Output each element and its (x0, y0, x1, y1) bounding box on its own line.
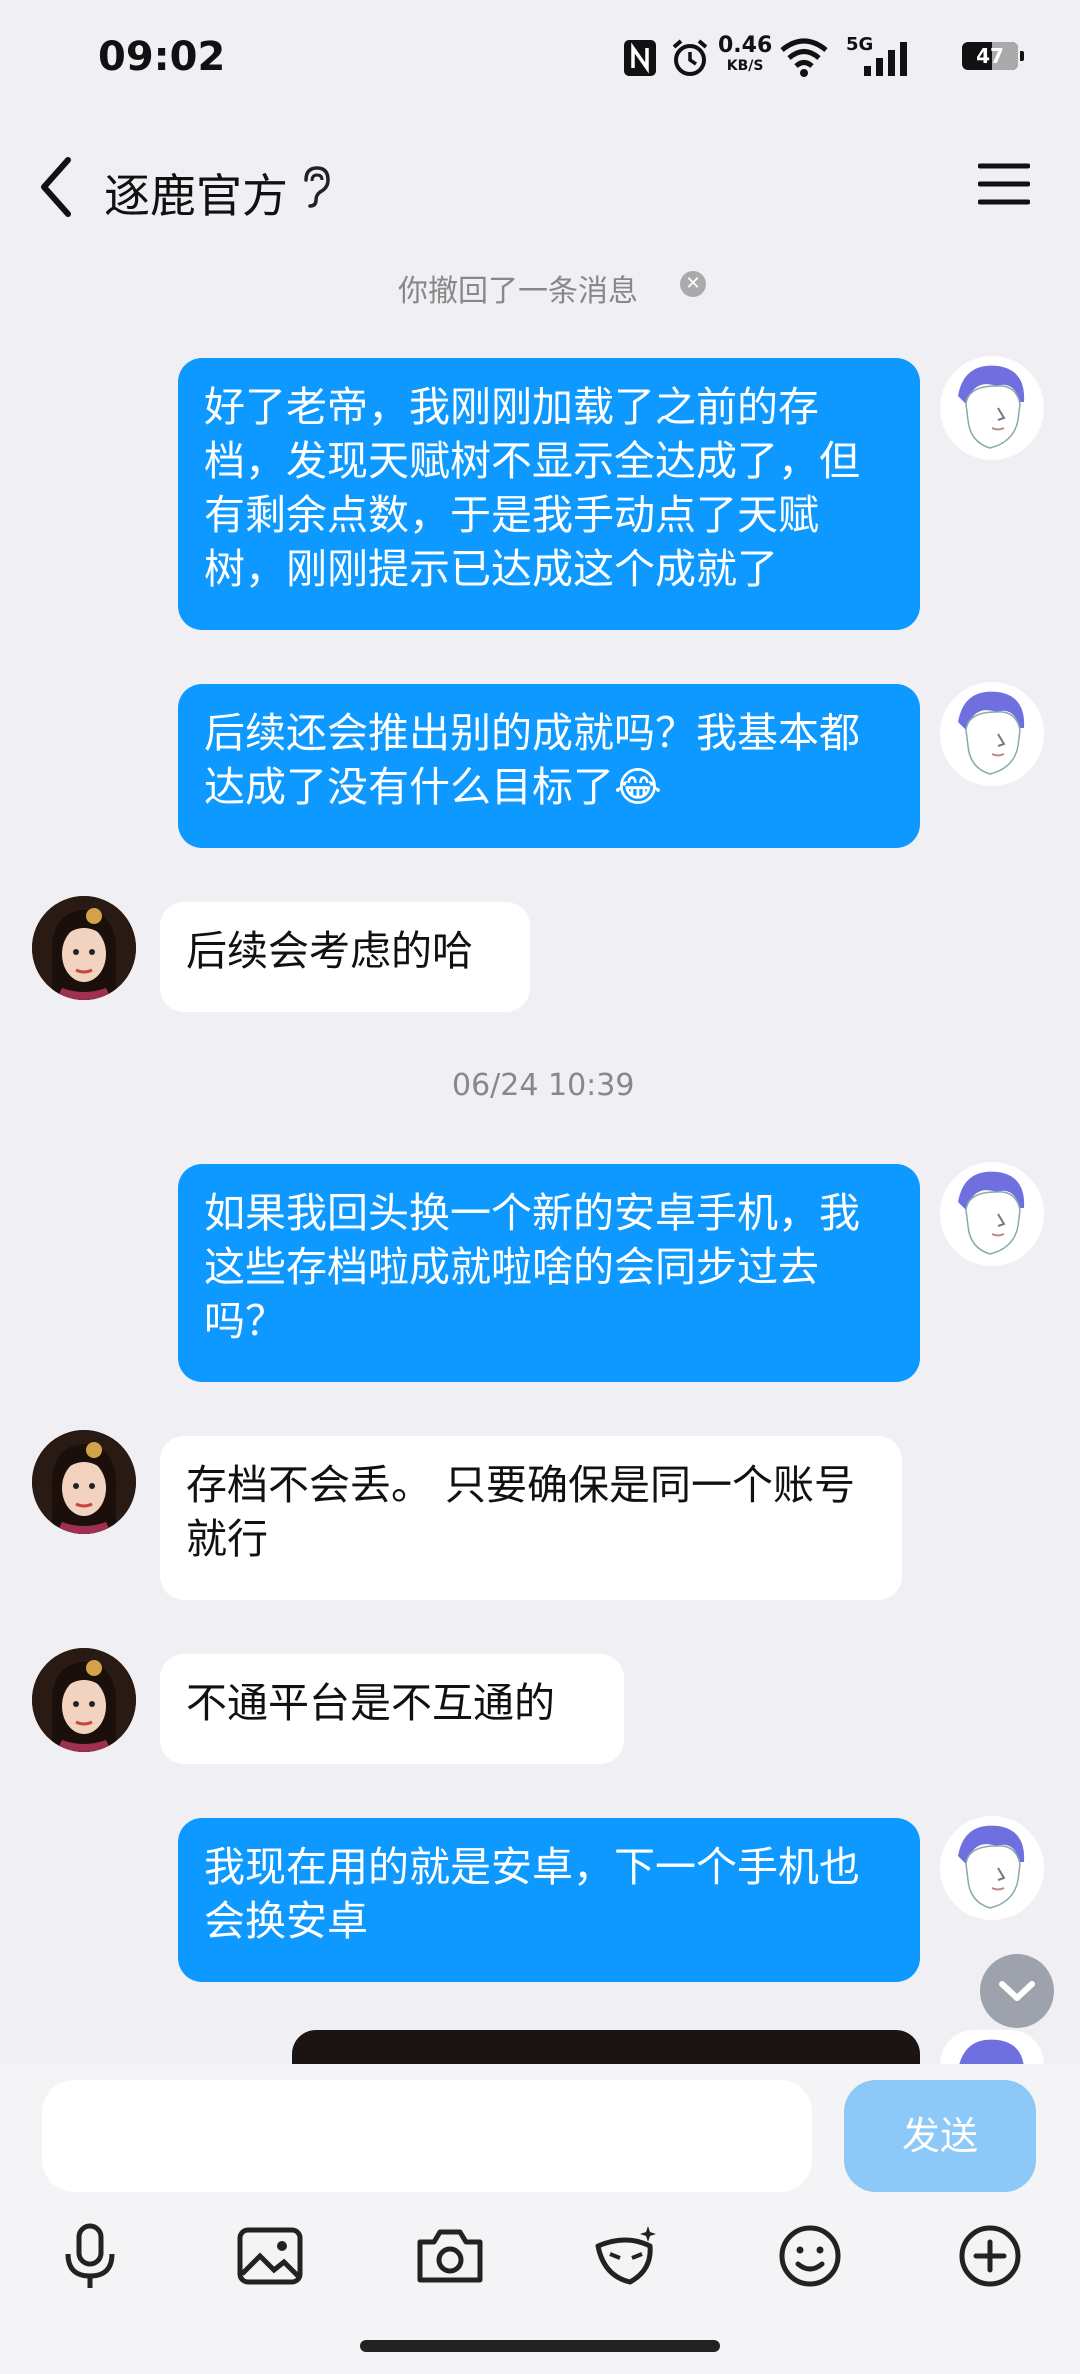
battery-level: 47 (976, 44, 1004, 68)
chevron-down-icon (999, 1981, 1035, 2001)
signal-icon (864, 42, 907, 76)
image-icon[interactable] (234, 2220, 306, 2292)
net-speed: 0.46 KB/S (718, 33, 773, 76)
avatar[interactable] (32, 1430, 136, 1534)
avatar[interactable] (940, 356, 1044, 460)
message-bubble-out[interactable]: 我现在用的就是安卓，下一个手机也会换安卓 (178, 1818, 920, 1982)
camera-icon[interactable] (414, 2220, 486, 2292)
message-bubble-out[interactable]: 后续还会推出别的成就吗？我基本都达成了没有什么目标了😂 (178, 684, 920, 848)
message-bubble-in[interactable]: 不通平台是不互通的 (160, 1654, 624, 1764)
nfc-icon (624, 40, 656, 76)
status-time: 09:02 (98, 34, 226, 80)
home-indicator[interactable] (360, 2340, 720, 2352)
ear-icon (304, 166, 330, 208)
alarm-icon (672, 39, 708, 76)
menu-icon[interactable] (978, 162, 1030, 206)
back-icon[interactable] (32, 152, 92, 222)
wifi-icon (780, 38, 828, 77)
message-bubble-out[interactable]: 好了老帝，我刚刚加载了之前的存档，发现天赋树不显示全达成了，但有剩余点数，于是我… (178, 358, 920, 630)
scroll-down-button[interactable] (980, 1954, 1054, 2028)
avatar[interactable] (940, 2030, 1044, 2064)
message-bubble-out[interactable]: 如果我回头换一个新的安卓手机，我这些存档啦成就啦啥的会同步过去吗？ (178, 1164, 920, 1382)
recall-notice: 你撤回了一条消息 (398, 274, 638, 309)
avatar[interactable] (940, 682, 1044, 786)
chat-title: 逐鹿官方 (104, 169, 288, 223)
message-bubble-in[interactable]: 后续会考虑的哈 (160, 902, 530, 1012)
microphone-icon[interactable] (54, 2220, 126, 2292)
message-input[interactable] (42, 2080, 812, 2192)
avatar[interactable] (940, 1162, 1044, 1266)
avatar[interactable] (32, 1648, 136, 1752)
net-speed-unit: KB/S (726, 58, 764, 74)
timestamp: 06/24 10:39 (452, 1068, 635, 1103)
mask-icon[interactable] (590, 2220, 662, 2292)
plus-icon[interactable] (954, 2220, 1026, 2292)
avatar[interactable] (940, 1816, 1044, 1920)
avatar[interactable] (32, 896, 136, 1000)
message-bubble-in[interactable]: 存档不会丢。 只要确保是同一个账号就行 (160, 1436, 902, 1600)
close-icon[interactable]: ✕ (680, 271, 706, 297)
status-icons: 0.46 KB/S 5G 47 (600, 30, 1080, 90)
send-button[interactable]: 发送 (844, 2080, 1036, 2192)
battery-icon: 47 (962, 42, 1024, 70)
net-speed-value: 0.46 (718, 33, 773, 58)
emoji-icon[interactable] (774, 2220, 846, 2292)
